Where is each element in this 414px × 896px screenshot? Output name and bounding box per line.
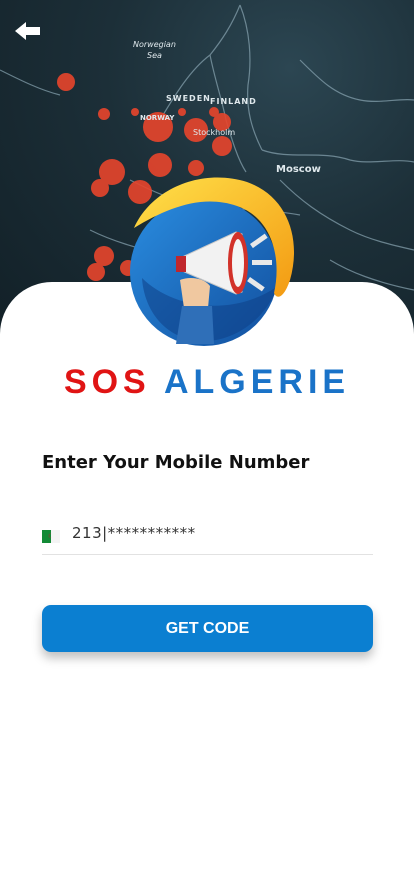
sos-algerie-logo: [112, 168, 302, 348]
phone-number-field[interactable]: ☾ 213|***********: [42, 522, 373, 555]
map-label-sea: Sea: [147, 51, 162, 60]
get-code-button[interactable]: GET CODE: [42, 605, 373, 652]
brand-title-sos: SOS: [63, 363, 151, 401]
arrow-left-icon: [15, 22, 40, 40]
mobile-number-heading: Enter Your Mobile Number: [42, 452, 310, 473]
phone-number-input[interactable]: 213|***********: [72, 524, 196, 542]
brand-title-algerie: ALGERIE: [163, 363, 351, 401]
map-label-finland: FINLAND: [210, 97, 257, 106]
algeria-flag-icon: ☾: [42, 530, 60, 543]
map-label-sweden: SWEDEN: [166, 94, 211, 103]
brand-title: SOS ALGERIE: [0, 363, 414, 402]
map-label-norway: NORWAY: [140, 114, 175, 122]
map-label-norwegian: Norwegian: [133, 40, 176, 49]
back-button[interactable]: [12, 16, 48, 46]
map-label-stockholm: Stockholm: [193, 128, 235, 137]
